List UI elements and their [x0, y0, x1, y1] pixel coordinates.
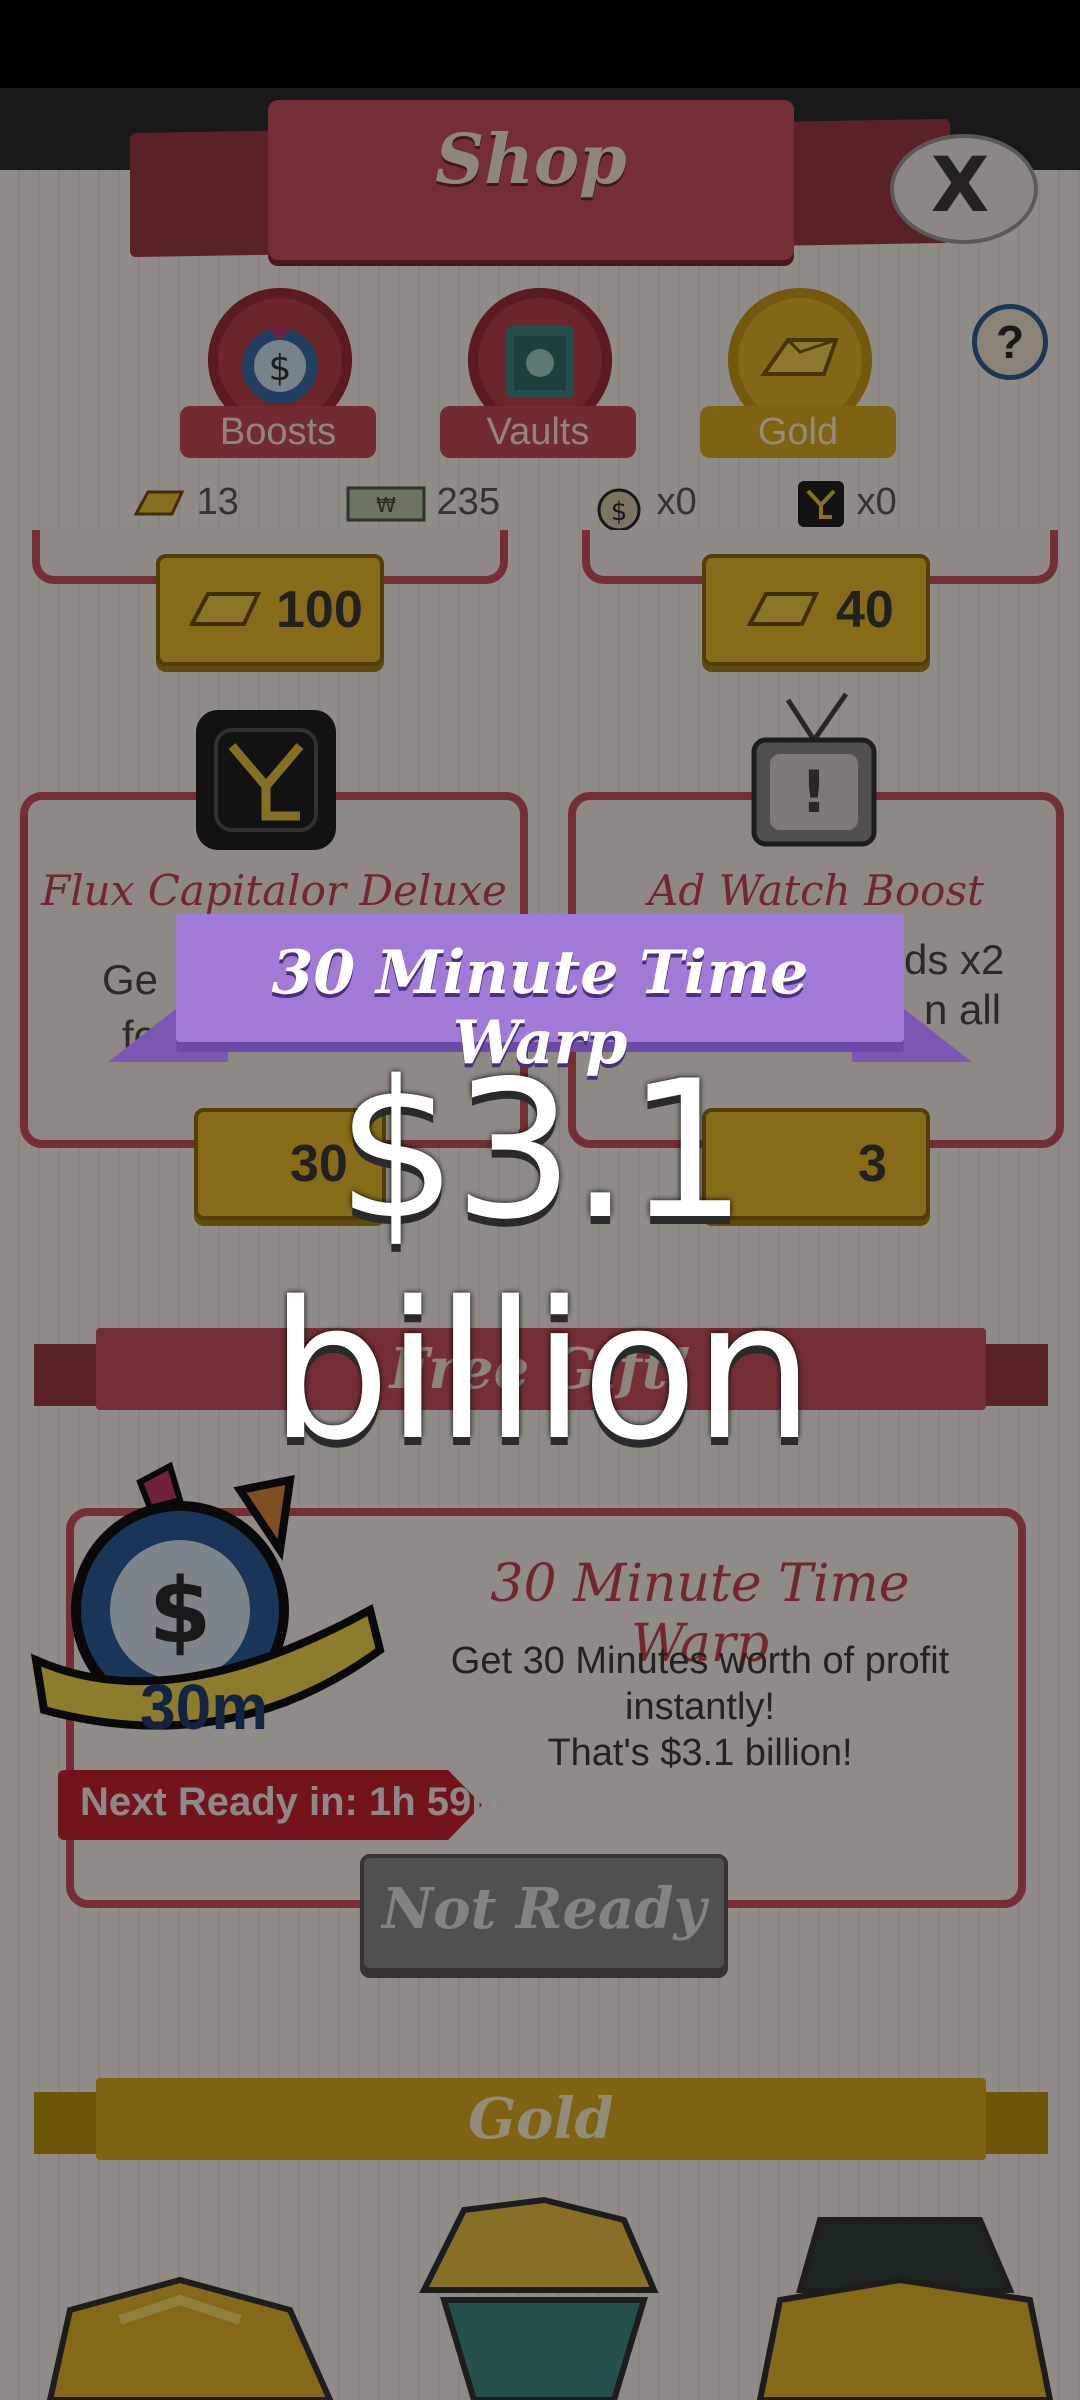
popup-amount: $3.1 billion: [269, 1040, 814, 1482]
status-bar: [0, 0, 1080, 88]
